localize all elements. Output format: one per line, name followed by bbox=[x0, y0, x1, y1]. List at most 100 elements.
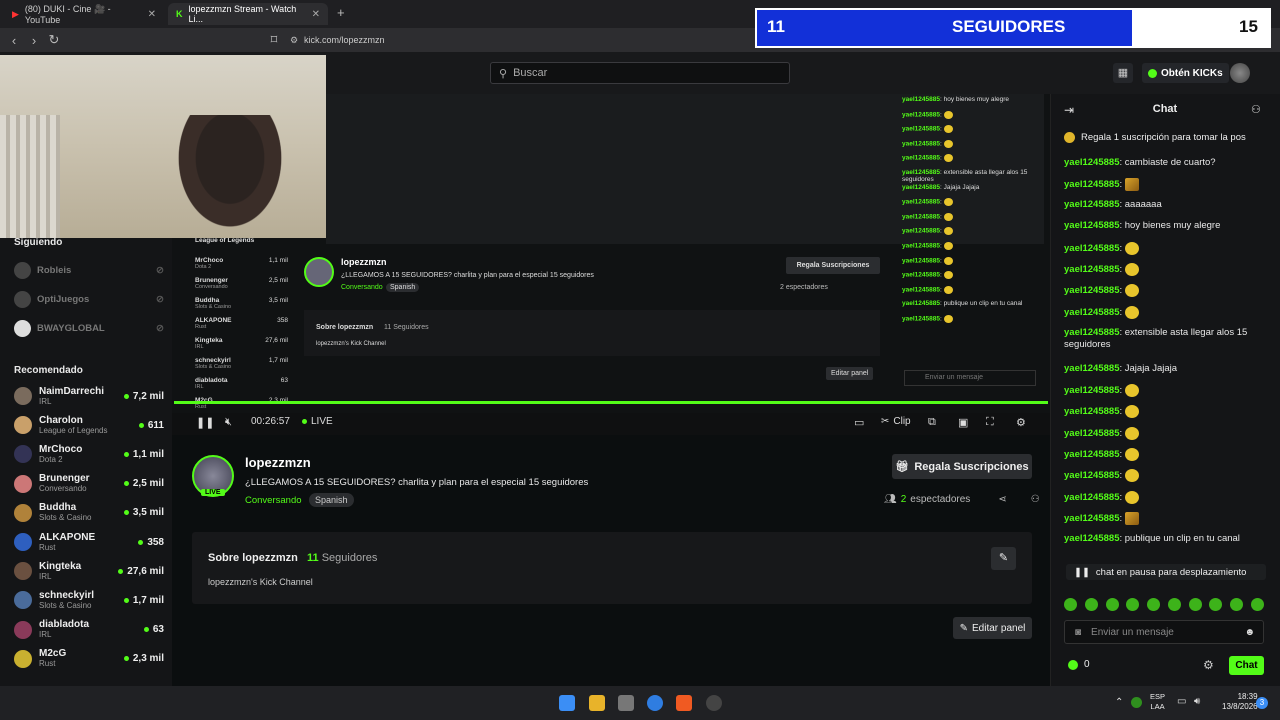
reload-icon[interactable]: ↻ bbox=[44, 32, 64, 48]
sidebar-item-recommended[interactable]: NaimDarrechi IRL 7,2 mil bbox=[14, 382, 164, 410]
settings-icon[interactable]: ⚙ bbox=[1016, 416, 1026, 429]
sidebar-item-following[interactable]: Robleis ⊘ bbox=[14, 262, 164, 279]
chat-username[interactable]: yael1245885 bbox=[1064, 449, 1119, 460]
stream-category[interactable]: Conversando bbox=[245, 495, 302, 506]
chat-message[interactable]: yael1245885: bbox=[1064, 263, 1264, 276]
edge-icon[interactable] bbox=[647, 695, 663, 711]
chat-badge-icon[interactable]: ◙ bbox=[1075, 627, 1081, 638]
chat-message[interactable]: yael1245885: bbox=[1064, 242, 1264, 255]
streamer-name[interactable]: lopezzmzn bbox=[245, 455, 311, 470]
emote-icon[interactable] bbox=[1209, 598, 1223, 611]
sidebar-item-recommended[interactable]: Kingteka IRL 27,6 mil bbox=[14, 557, 164, 585]
emote-icon[interactable] bbox=[1167, 598, 1181, 611]
chat-input[interactable]: ◙ Enviar un mensaje ☻ bbox=[1064, 620, 1264, 644]
chat-username[interactable]: yael1245885 bbox=[1064, 285, 1119, 296]
captions-icon[interactable]: ⧉ bbox=[928, 416, 936, 429]
chat-message[interactable]: yael1245885: bbox=[1064, 491, 1264, 504]
chat-message[interactable]: yael1245885: Jajaja Jajaja bbox=[1064, 363, 1264, 375]
theater-icon[interactable]: ▭ bbox=[854, 416, 864, 429]
tray-chevron-icon[interactable]: ⌃ bbox=[1115, 697, 1123, 708]
chat-username[interactable]: yael1245885 bbox=[1064, 179, 1119, 190]
sidebar-item-recommended[interactable]: ALKAPONE Rust 358 bbox=[14, 528, 164, 556]
site-info-icon[interactable]: ⚙ bbox=[284, 35, 304, 46]
chat-username[interactable]: yael1245885 bbox=[1064, 220, 1119, 231]
chat-message[interactable]: yael1245885: hoy bienes muy alegre bbox=[1064, 220, 1264, 232]
emote-icon[interactable] bbox=[1147, 598, 1161, 611]
chat-username[interactable]: yael1245885 bbox=[1064, 385, 1119, 396]
language-indicator[interactable]: ESP LAA bbox=[1150, 692, 1165, 712]
mute-icon[interactable]: 🔇︎ bbox=[225, 416, 232, 429]
emote-icon[interactable] bbox=[1105, 598, 1119, 611]
chat-username[interactable]: yael1245885 bbox=[1064, 363, 1119, 374]
chat-message[interactable]: yael1245885: bbox=[1064, 306, 1264, 319]
gift-subscriptions-button[interactable]: 🎁︎ Regala Suscripciones bbox=[892, 454, 1032, 479]
fullscreen-icon[interactable]: ⛶ bbox=[986, 416, 994, 429]
volume-icon[interactable]: 🔊︎ bbox=[1194, 696, 1200, 707]
chat-message[interactable]: yael1245885: bbox=[1064, 512, 1264, 525]
chat-username[interactable]: yael1245885 bbox=[1064, 307, 1119, 318]
chat-username[interactable]: yael1245885 bbox=[1064, 406, 1119, 417]
new-tab-button[interactable]: + bbox=[337, 5, 345, 20]
gift-banner[interactable]: Regala 1 suscripción para tomar la pos bbox=[1064, 128, 1274, 146]
close-icon[interactable]: ✕ bbox=[148, 9, 156, 20]
windows-start-icon[interactable] bbox=[559, 695, 575, 711]
pause-icon[interactable]: ❚❚ bbox=[196, 416, 214, 429]
store-icon[interactable] bbox=[618, 695, 634, 711]
network-icon[interactable]: ▭ bbox=[1177, 696, 1186, 707]
chat-username[interactable]: yael1245885 bbox=[1064, 513, 1119, 524]
emote-icon[interactable] bbox=[1230, 598, 1244, 611]
sidebar-item-following[interactable]: OptiJuegos ⊘ bbox=[14, 291, 164, 308]
obs-icon[interactable] bbox=[706, 695, 722, 711]
tab-youtube[interactable]: ▶ (80) DUKI - Cine 🎥 - YouTube ✕ bbox=[4, 3, 164, 25]
users-icon[interactable]: ⚇ bbox=[1251, 103, 1261, 116]
chat-username[interactable]: yael1245885 bbox=[1064, 327, 1119, 338]
back-icon[interactable]: ‹ bbox=[4, 33, 24, 48]
pencil-icon[interactable]: ✎ bbox=[991, 547, 1016, 570]
close-icon[interactable]: ✕ bbox=[312, 9, 320, 20]
sidebar-item-recommended[interactable]: Brunenger Conversando 2,5 mil bbox=[14, 470, 164, 498]
tab-kick[interactable]: K lopezzmzn Stream - Watch Li... ✕ bbox=[168, 3, 328, 25]
emote-icon[interactable] bbox=[1126, 598, 1140, 611]
emote-icon[interactable] bbox=[1064, 598, 1077, 611]
brave-icon[interactable] bbox=[676, 695, 692, 711]
forward-icon[interactable]: › bbox=[24, 33, 44, 48]
notification-badge[interactable]: 3 bbox=[1256, 697, 1268, 709]
chat-message[interactable]: yael1245885: bbox=[1064, 469, 1264, 482]
emote-icon[interactable] bbox=[1084, 598, 1098, 611]
file-explorer-icon[interactable] bbox=[589, 695, 605, 711]
chat-message[interactable]: yael1245885: bbox=[1064, 405, 1264, 418]
sidebar-item-recommended[interactable]: diabladota IRL 63 bbox=[14, 616, 164, 644]
chat-message[interactable]: yael1245885: extensible asta llegar alos… bbox=[1064, 327, 1264, 351]
get-kicks-button[interactable]: Obtén KICKs bbox=[1142, 63, 1229, 83]
chat-username[interactable]: yael1245885 bbox=[1064, 264, 1119, 275]
search-input[interactable]: ⚲ Buscar bbox=[490, 62, 790, 84]
emoji-icon[interactable]: ☻ bbox=[1244, 627, 1255, 638]
url-text[interactable]: kick.com/lopezzmzn bbox=[304, 35, 385, 45]
share-icon[interactable]: ⋖ bbox=[998, 494, 1006, 505]
emote-icon[interactable] bbox=[1188, 598, 1202, 611]
chat-settings-icon[interactable]: ⚙ bbox=[1203, 658, 1214, 672]
sidebar-item-recommended[interactable]: Charolon League of Legends 611 bbox=[14, 411, 164, 439]
chat-message[interactable]: yael1245885: bbox=[1064, 384, 1264, 397]
sidebar-item-recommended[interactable]: M2cG Rust 2,3 mil bbox=[14, 645, 164, 673]
clip-button[interactable]: ✂ Clip bbox=[881, 416, 911, 427]
sidebar-item-following[interactable]: BWAYGLOBAL ⊘ bbox=[14, 320, 164, 337]
chat-message[interactable]: yael1245885: publique un clip en tu cana… bbox=[1064, 533, 1264, 545]
chat-username[interactable]: yael1245885 bbox=[1064, 492, 1119, 503]
user-avatar[interactable] bbox=[1230, 63, 1250, 83]
chat-message[interactable]: yael1245885: bbox=[1064, 448, 1264, 461]
chat-message[interactable]: yael1245885: cambiaste de cuarto? bbox=[1064, 157, 1264, 169]
chat-username[interactable]: yael1245885 bbox=[1064, 157, 1119, 168]
chat-username[interactable]: yael1245885 bbox=[1064, 470, 1119, 481]
chat-paused-banner[interactable]: ❚❚ chat en pausa para desplazamiento bbox=[1066, 564, 1266, 580]
sidebar-item-recommended[interactable]: schneckyirl Slots & Casino 1,7 mil bbox=[14, 586, 164, 614]
bookmark-icon[interactable]: ⌑ bbox=[264, 32, 284, 48]
sidebar-item-recommended[interactable]: Buddha Slots & Casino 3,5 mil bbox=[14, 499, 164, 527]
chat-username[interactable]: yael1245885 bbox=[1064, 243, 1119, 254]
chat-message[interactable]: yael1245885: bbox=[1064, 178, 1264, 191]
chat-message[interactable]: yael1245885: aaaaaaa bbox=[1064, 199, 1264, 211]
stream-tag[interactable]: Spanish bbox=[309, 493, 354, 507]
send-chat-button[interactable]: Chat bbox=[1229, 656, 1264, 675]
chat-message[interactable]: yael1245885: bbox=[1064, 427, 1264, 440]
layout-icon[interactable]: ▦ bbox=[1113, 63, 1133, 83]
